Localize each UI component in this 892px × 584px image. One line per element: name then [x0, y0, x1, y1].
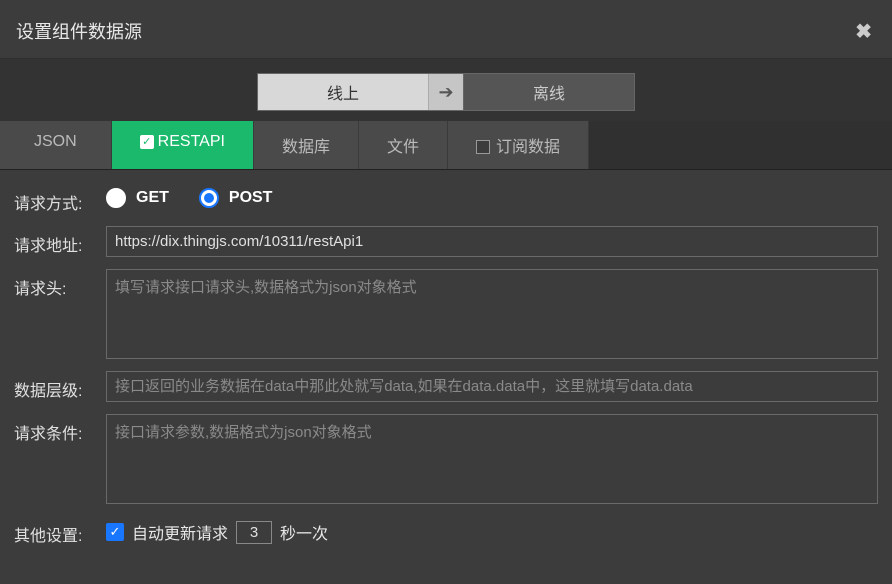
other-settings-row: 其他设置: ✓ 自动更新请求 秒一次 — [14, 516, 878, 546]
other-settings-group: ✓ 自动更新请求 秒一次 — [106, 516, 328, 544]
tab-subscribe[interactable]: 订阅数据 — [448, 121, 589, 169]
subscribe-checkbox-icon — [476, 140, 490, 154]
tab-restapi-label: RESTAPI — [158, 133, 225, 150]
radio-post[interactable]: POST — [199, 188, 273, 208]
data-level-input[interactable] — [106, 371, 878, 402]
interval-input[interactable] — [236, 521, 272, 544]
tab-database[interactable]: 数据库 — [254, 121, 359, 169]
check-icon: ✓ — [140, 135, 154, 149]
tab-file-label: 文件 — [387, 139, 419, 156]
headers-textarea[interactable] — [106, 269, 878, 359]
mode-offline-label: 离线 — [533, 80, 565, 104]
conditions-textarea[interactable] — [106, 414, 878, 504]
method-radio-group: GET POST — [106, 184, 272, 208]
tab-json[interactable]: JSON — [0, 121, 112, 169]
modal-header: 设置组件数据源 ✖ — [0, 0, 892, 59]
arrow-right-icon[interactable]: ➔ — [428, 74, 464, 110]
data-level-label: 数据层级: — [14, 371, 106, 401]
radio-post-label: POST — [229, 189, 273, 207]
url-input[interactable] — [106, 226, 878, 257]
url-label: 请求地址: — [14, 226, 106, 256]
method-label: 请求方式: — [14, 184, 106, 214]
headers-label: 请求头: — [14, 269, 106, 299]
auto-update-label: 自动更新请求 — [132, 520, 228, 544]
mode-toggle: 线上 ➔ 离线 — [257, 73, 635, 111]
interval-suffix: 秒一次 — [280, 520, 328, 544]
tab-file[interactable]: 文件 — [359, 121, 448, 169]
datasource-tabs: JSON ✓ RESTAPI 数据库 文件 订阅数据 — [0, 121, 892, 170]
auto-update-checkbox[interactable]: ✓ — [106, 523, 124, 541]
datasource-modal: 设置组件数据源 ✖ 线上 ➔ 离线 JSON ✓ RESTAPI 数据库 文件 订… — [0, 0, 892, 584]
tab-restapi[interactable]: ✓ RESTAPI — [112, 121, 254, 169]
other-settings-label: 其他设置: — [14, 516, 106, 546]
mode-online-label: 线上 — [327, 80, 359, 104]
restapi-form: 请求方式: GET POST 请求地址: 请求头: 数据层级: — [0, 170, 892, 572]
headers-row: 请求头: — [14, 269, 878, 359]
conditions-row: 请求条件: — [14, 414, 878, 504]
radio-post-icon — [199, 188, 219, 208]
close-icon[interactable]: ✖ — [855, 19, 872, 44]
mode-offline-button[interactable]: 离线 — [464, 74, 634, 110]
tab-database-label: 数据库 — [282, 139, 330, 156]
url-row: 请求地址: — [14, 226, 878, 257]
modal-title: 设置组件数据源 — [16, 18, 142, 44]
data-level-row: 数据层级: — [14, 371, 878, 402]
mode-toggle-row: 线上 ➔ 离线 — [0, 59, 892, 121]
radio-get-label: GET — [136, 189, 169, 207]
mode-online-button[interactable]: 线上 — [258, 74, 428, 110]
conditions-label: 请求条件: — [14, 414, 106, 444]
radio-get[interactable]: GET — [106, 188, 169, 208]
tab-json-label: JSON — [34, 133, 77, 150]
tab-subscribe-label: 订阅数据 — [496, 139, 560, 156]
method-row: 请求方式: GET POST — [14, 184, 878, 214]
radio-get-icon — [106, 188, 126, 208]
